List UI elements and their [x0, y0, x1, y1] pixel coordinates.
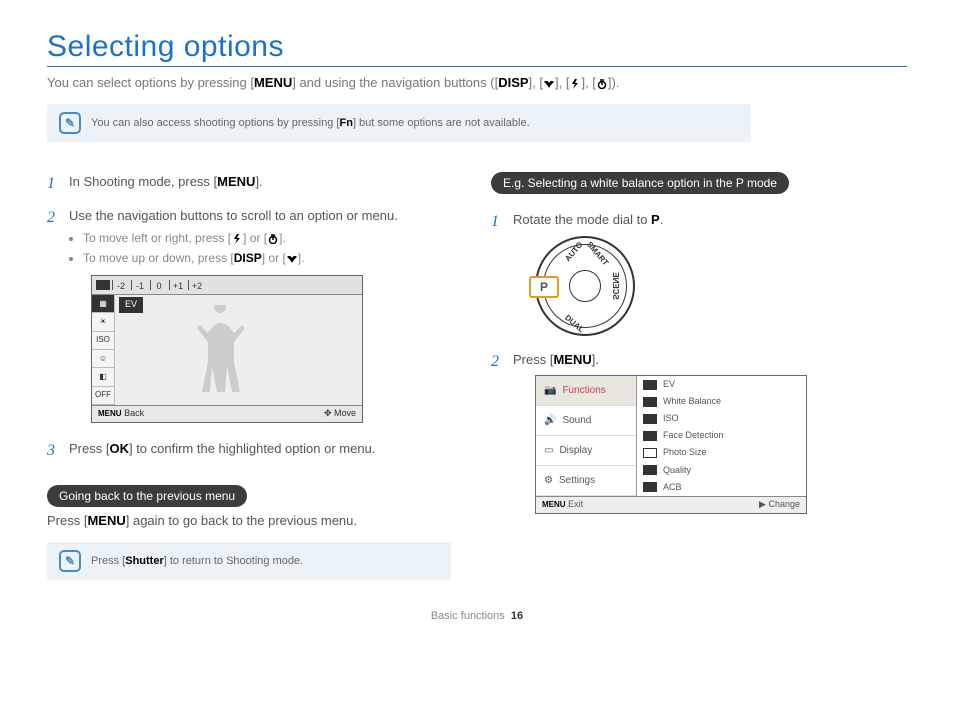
step2-sub-a: To move left or right, press [] or [].: [83, 229, 463, 247]
page-footer: Basic functions 16: [47, 610, 907, 622]
left-step-2: Use the navigation buttons to scroll to …: [47, 206, 463, 424]
side-icon-6: OFF: [92, 387, 114, 405]
flash-icon: [569, 79, 581, 89]
opt-quality: Quality: [637, 462, 806, 479]
side-icon-2: ☀: [92, 313, 114, 331]
opt-ev: EV: [637, 376, 806, 393]
right-step-2: Press [MENU]. 📷Functions 🔊Sound ▭Display…: [491, 350, 907, 515]
note-fn: ✎ You can also access shooting options b…: [47, 104, 751, 142]
going-back-text: Press [MENU] again to go back to the pre…: [47, 513, 463, 528]
opt-face: Face Detection: [637, 427, 806, 444]
opt-size: Photo Size: [637, 445, 806, 462]
title-rule: [47, 66, 907, 67]
menu-display: ▭Display: [536, 436, 636, 466]
mode-dial: P AUTO SMART SCENE DUAL: [535, 236, 635, 336]
menu-settings: ⚙Settings: [536, 466, 636, 496]
menu-functions: 📷Functions: [536, 376, 636, 406]
person-silhouette: [193, 305, 248, 395]
timer-icon: [267, 234, 279, 244]
note-shutter: ✎ Press [Shutter] to return to Shooting …: [47, 542, 451, 580]
ev-badge: EV: [119, 297, 143, 313]
side-icon-4: ☺: [92, 350, 114, 368]
pill-example: E.g. Selecting a white balance option in…: [491, 172, 789, 194]
lcd-preview: -2 -1 0 +1 +2 ▦ ☀ ISO ☺: [91, 275, 363, 423]
menu-panel: 📷Functions 🔊Sound ▭Display ⚙Settings EV …: [535, 375, 807, 514]
step2-sub-b: To move up or down, press [DISP] or [].: [83, 249, 463, 267]
page-title: Selecting options: [47, 30, 907, 64]
intro-text: You can select options by pressing [MENU…: [47, 75, 907, 90]
macro-icon: [286, 254, 298, 264]
opt-iso: ISO: [637, 410, 806, 427]
left-step-3: Press [OK] to confirm the highlighted op…: [47, 439, 463, 459]
side-icon-1: ▦: [92, 295, 114, 313]
left-step-1: In Shooting mode, press [MENU].: [47, 172, 463, 192]
macro-icon: [543, 79, 555, 89]
dial-p-marker: P: [529, 276, 559, 298]
note-icon: ✎: [59, 112, 81, 134]
right-step-1: Rotate the mode dial to P. P AUTO SMART …: [491, 210, 907, 336]
timer-icon: [596, 79, 608, 89]
side-icon-3: ISO: [92, 332, 114, 350]
pill-going-back: Going back to the previous menu: [47, 485, 247, 507]
note-icon: ✎: [59, 550, 81, 572]
menu-sound: 🔊Sound: [536, 406, 636, 436]
left-column: In Shooting mode, press [MENU]. Use the …: [47, 172, 463, 580]
flash-icon: [231, 234, 243, 244]
opt-acb: ACB: [637, 479, 806, 496]
right-column: E.g. Selecting a white balance option in…: [491, 172, 907, 580]
opt-wb: White Balance: [637, 393, 806, 410]
side-icon-5: ◧: [92, 368, 114, 386]
